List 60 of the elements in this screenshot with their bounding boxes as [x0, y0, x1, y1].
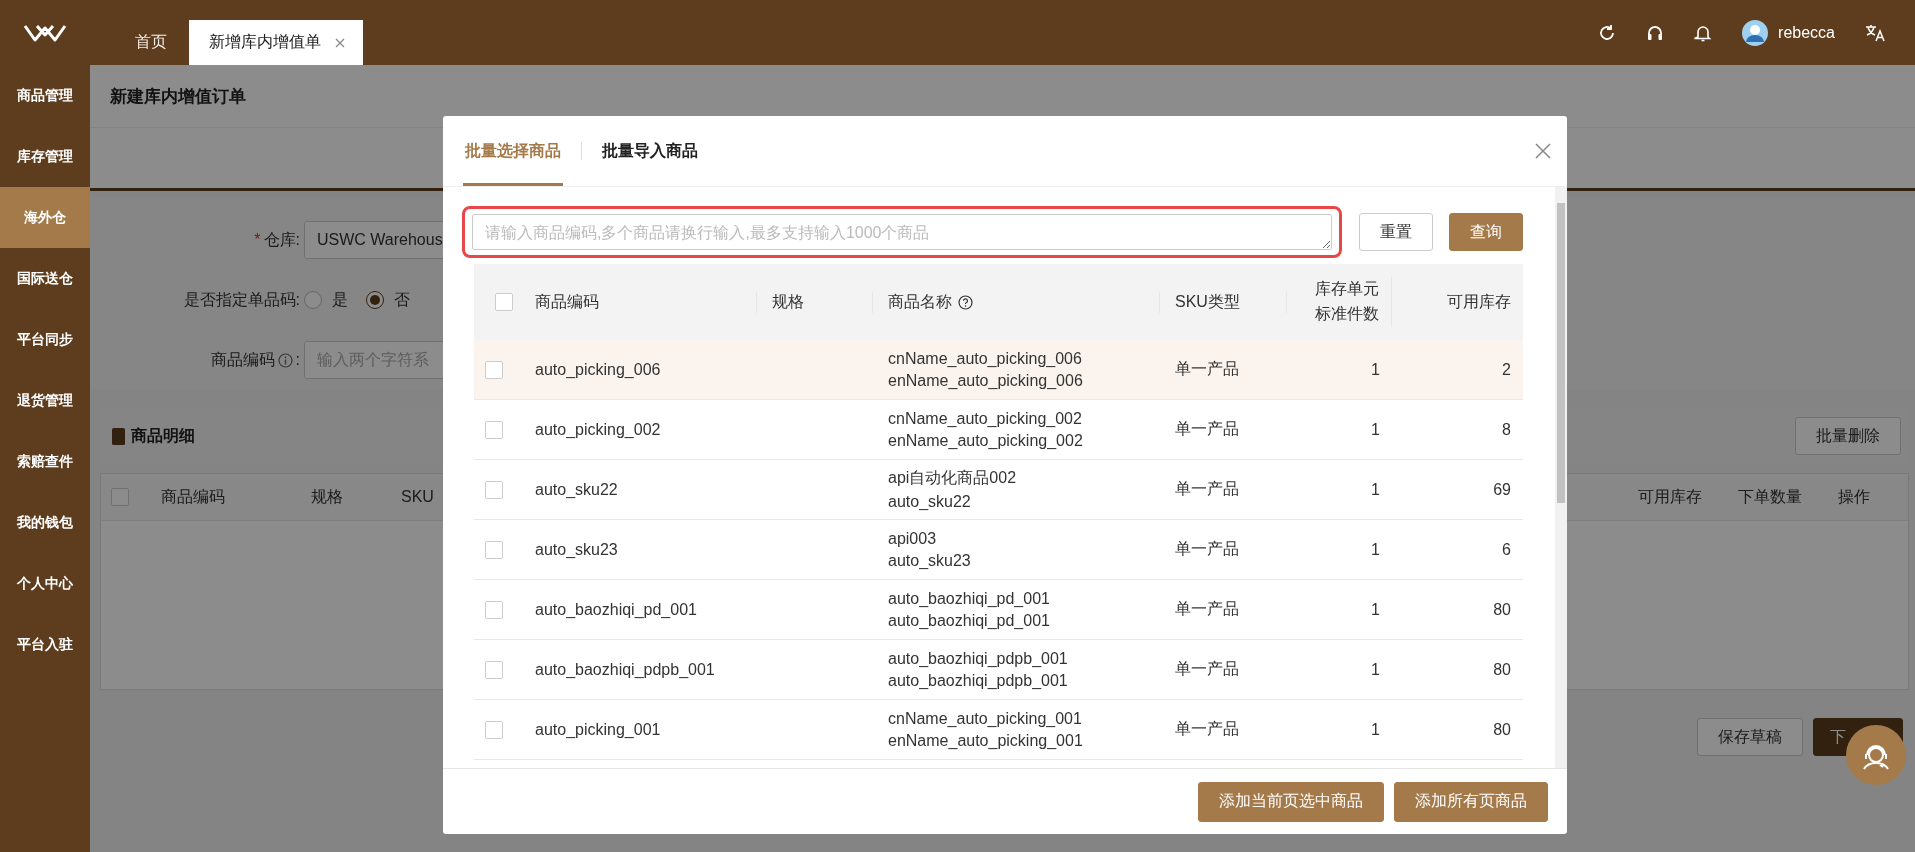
column-header: SKU — [400, 488, 434, 506]
table-cell-text: auto_sku23 — [534, 540, 619, 559]
table-cell-text: auto_baozhiqi_pdpb_001 — [888, 671, 1069, 690]
table-cell-text: 单一产品 — [1174, 659, 1240, 679]
field-label: 仓库: — [263, 229, 300, 250]
table-cell-text: 1 — [1370, 420, 1381, 439]
table-cell-text: 单一产品 — [1174, 539, 1240, 559]
table-cell-text: auto_baozhiqi_pd_001 — [888, 611, 1051, 630]
table-cell-text: 1 — [1370, 540, 1381, 559]
field-label: 是否指定单品码: — [183, 289, 300, 310]
table-cell-text: auto_picking_001 — [534, 720, 662, 739]
table-cell-text: auto_picking_006 — [534, 360, 662, 379]
table-cell-text: 2 — [1501, 360, 1512, 379]
table-cell-text: enName_auto_picking_006 — [888, 371, 1084, 390]
table-cell-text: api自动化商品002 — [888, 468, 1018, 488]
table-cell-text: auto_sku22 — [888, 493, 972, 511]
table-cell-text: 单一产品 — [1174, 359, 1240, 379]
table-cell-text: 1 — [1370, 480, 1381, 499]
column-header: 下单数量 — [1737, 486, 1802, 507]
table-cell-text: 80 — [1492, 720, 1512, 739]
table-cell-text: 80 — [1492, 660, 1512, 679]
table-cell-text: 单一产品 — [1174, 599, 1240, 619]
table-cell-text: auto_sku23 — [888, 551, 972, 570]
table-cell-text: 80 — [1492, 600, 1512, 619]
column-header: 可用库存 — [1447, 291, 1511, 312]
table-cell-text: auto_baozhiqi_pd_001 — [888, 589, 1051, 608]
table-cell-text: cnName_auto_picking_006 — [888, 349, 1083, 368]
column-header: 规格 — [772, 291, 804, 312]
table-cell-text: 1 — [1370, 600, 1381, 619]
column-header: 可用库存 — [1637, 486, 1702, 507]
table-cell-text: 1 — [1370, 360, 1381, 379]
table-cell-text: auto_picking_002 — [534, 420, 662, 439]
table-cell-text: 69 — [1492, 480, 1512, 499]
column-header: 商品名称 — [888, 291, 952, 312]
table-cell-text: auto_baozhiqi_pd_001 — [534, 600, 698, 619]
table-cell-text: 1 — [1370, 660, 1381, 679]
table-cell-text: auto_baozhiqi_pdpb_001 — [888, 649, 1069, 668]
column-header: 操作 — [1837, 486, 1870, 507]
field-label: 商品编码 — [210, 349, 275, 370]
table-cell-text: 6 — [1501, 540, 1512, 559]
column-header: 商品编码 — [160, 486, 225, 507]
section-title: 商品明细 — [131, 425, 195, 446]
table-cell-text: 单一产品 — [1174, 719, 1240, 739]
column-header: 库存单元标准件数 — [1314, 279, 1379, 324]
table-cell-text: api003 — [888, 529, 938, 548]
table-cell-text: cnName_auto_picking_001 — [888, 709, 1083, 728]
table-cell-text: auto_sku22 — [534, 480, 619, 499]
column-header: 规格 — [310, 486, 343, 507]
table-cell-text: enName_auto_picking_001 — [888, 731, 1084, 750]
column-header: SKU类型 — [1175, 291, 1240, 312]
table-cell-text: 单一产品 — [1174, 419, 1240, 439]
required-mark: * — [254, 231, 261, 249]
table-cell-text: auto_baozhiqi_pdpb_001 — [534, 660, 716, 679]
table-cell-text: enName_auto_picking_002 — [888, 431, 1084, 450]
field-colon: : — [295, 351, 300, 369]
table-cell-text: 1 — [1370, 720, 1381, 739]
table-cell-text: cnName_auto_picking_002 — [888, 409, 1083, 428]
table-cell-text: 单一产品 — [1174, 479, 1240, 499]
table-cell-text: 8 — [1501, 420, 1512, 439]
column-header: 商品编码 — [535, 291, 599, 312]
